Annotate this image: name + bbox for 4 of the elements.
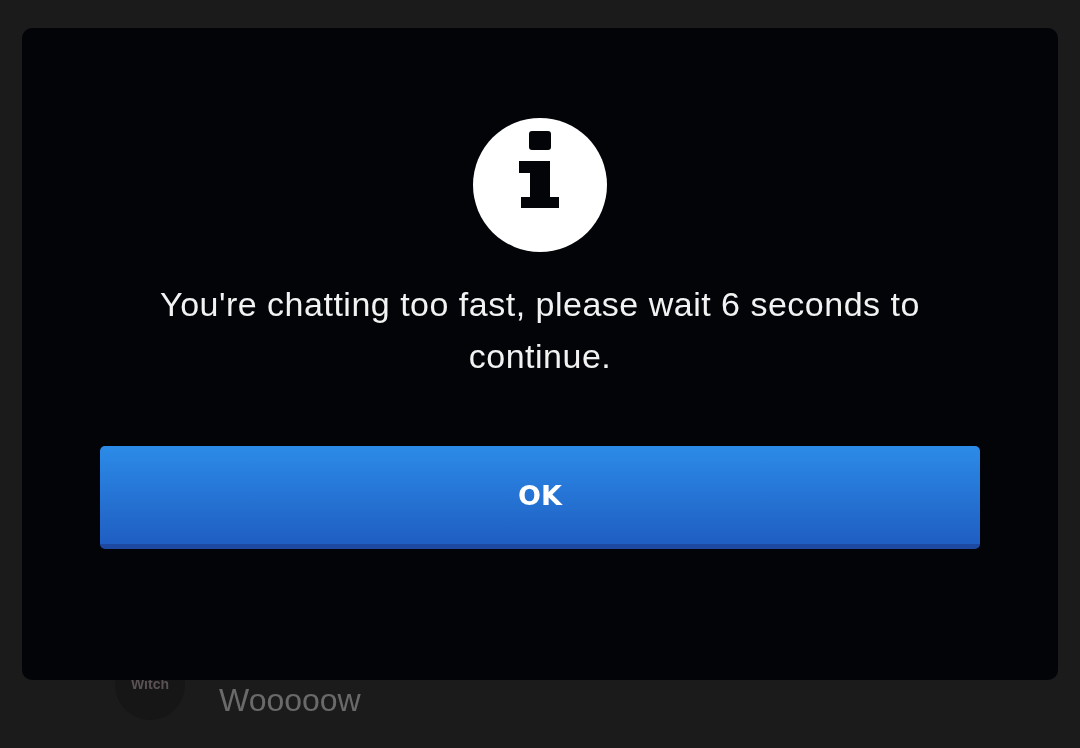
chat-message: Wooooow — [219, 681, 361, 719]
dialog-message: You're chatting too fast, please wait 6 seconds to continue. — [159, 284, 921, 377]
info-icon — [473, 118, 607, 252]
ok-button[interactable]: OK — [100, 446, 980, 549]
